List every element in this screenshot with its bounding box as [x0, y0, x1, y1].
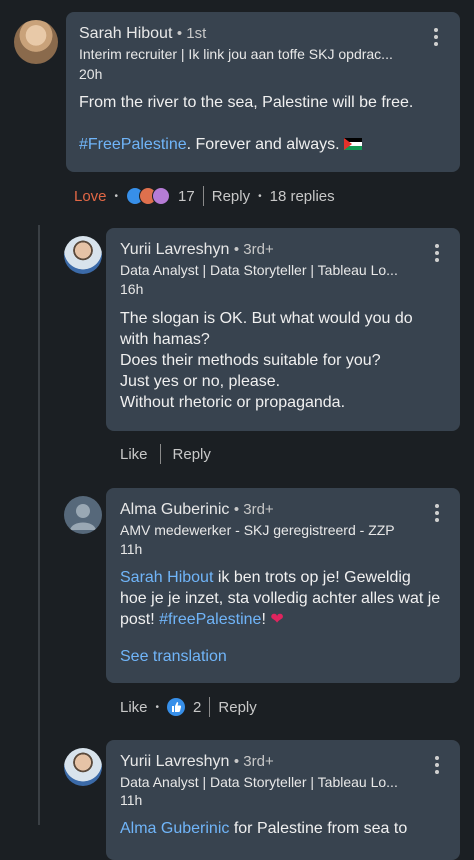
like-button[interactable]: Like: [120, 446, 148, 463]
like-button[interactable]: Like: [120, 699, 148, 716]
red-heart-icon: ❤: [270, 611, 284, 628]
mention-link[interactable]: Sarah Hibout: [120, 569, 213, 586]
author-headline: Interim recruiter | Ik link jou aan toff…: [79, 46, 393, 62]
comment-text: Sarah Hibout ik ben trots op je! Geweldi…: [120, 569, 441, 628]
connection-degree: • 3rd+: [233, 241, 274, 258]
comment-bubble: Alma Guberinic • 3rd+ AMV medewerker - S…: [106, 488, 460, 683]
see-translation-link[interactable]: See translation: [120, 648, 227, 666]
avatar-yurii[interactable]: [64, 748, 102, 786]
reaction-icons[interactable]: [126, 187, 171, 205]
replies-count-link[interactable]: 18 replies: [270, 188, 335, 205]
comment-actions: Like • 2 Reply: [120, 697, 257, 717]
author-name[interactable]: Yurii Lavreshyn: [120, 241, 229, 258]
connection-degree: • 3rd+: [233, 753, 274, 770]
love-reaction-button[interactable]: Love: [74, 188, 107, 205]
comment-time: 11h: [120, 792, 143, 808]
mention-link[interactable]: Alma Guberinic: [120, 820, 229, 837]
reaction-count[interactable]: 2: [193, 699, 201, 716]
author-name[interactable]: Alma Guberinic: [120, 501, 229, 518]
comment-actions: Like Reply: [120, 444, 211, 464]
more-options-icon[interactable]: [434, 244, 440, 264]
comment-text: From the river to the sea, Palestine wil…: [79, 94, 414, 153]
comment-time: 16h: [120, 281, 144, 297]
reply-button[interactable]: Reply: [212, 188, 250, 205]
avatar-sarah[interactable]: [14, 20, 58, 64]
comment-time: 11h: [120, 541, 143, 557]
author-headline: Data Analyst | Data Storyteller | Tablea…: [120, 262, 398, 278]
avatar-yurii[interactable]: [64, 236, 102, 274]
author-headline: AMV medewerker - SKJ geregistreerd - ZZP: [120, 522, 395, 538]
support-reaction-icon: [152, 187, 171, 205]
author-name[interactable]: Sarah Hibout: [79, 25, 172, 42]
comment-actions: Love • 17 Reply • 18 replies: [74, 186, 335, 206]
reply-button[interactable]: Reply: [173, 446, 211, 463]
more-options-icon[interactable]: [433, 28, 439, 48]
like-reaction-icon[interactable]: [167, 698, 186, 716]
comment-text: The slogan is OK. But what would you do …: [120, 310, 413, 411]
avatar-alma[interactable]: [64, 496, 102, 534]
hashtag-link[interactable]: #FreePalestine: [79, 136, 187, 153]
more-options-icon[interactable]: [434, 504, 440, 524]
reply-button[interactable]: Reply: [218, 699, 256, 716]
hashtag-link[interactable]: #freePalestine: [159, 611, 261, 628]
thread-line: [38, 225, 40, 825]
comment-bubble: Yurii Lavreshyn • 3rd+ Data Analyst | Da…: [106, 228, 460, 431]
reaction-count[interactable]: 17: [178, 188, 195, 205]
connection-degree: • 1st: [176, 25, 207, 42]
comment-bubble: Yurii Lavreshyn • 3rd+ Data Analyst | Da…: [106, 740, 460, 860]
author-name[interactable]: Yurii Lavreshyn: [120, 753, 229, 770]
palestine-flag-icon: [344, 138, 363, 150]
more-options-icon[interactable]: [434, 756, 440, 776]
default-avatar-icon: [70, 504, 96, 530]
comment-time: 20h: [79, 66, 103, 82]
comment-text: Alma Guberinic for Palestine from sea to: [120, 820, 408, 837]
comment-bubble: Sarah Hibout • 1st Interim recruiter | I…: [66, 12, 460, 172]
connection-degree: • 3rd+: [233, 501, 274, 518]
author-headline: Data Analyst | Data Storyteller | Tablea…: [120, 774, 398, 790]
